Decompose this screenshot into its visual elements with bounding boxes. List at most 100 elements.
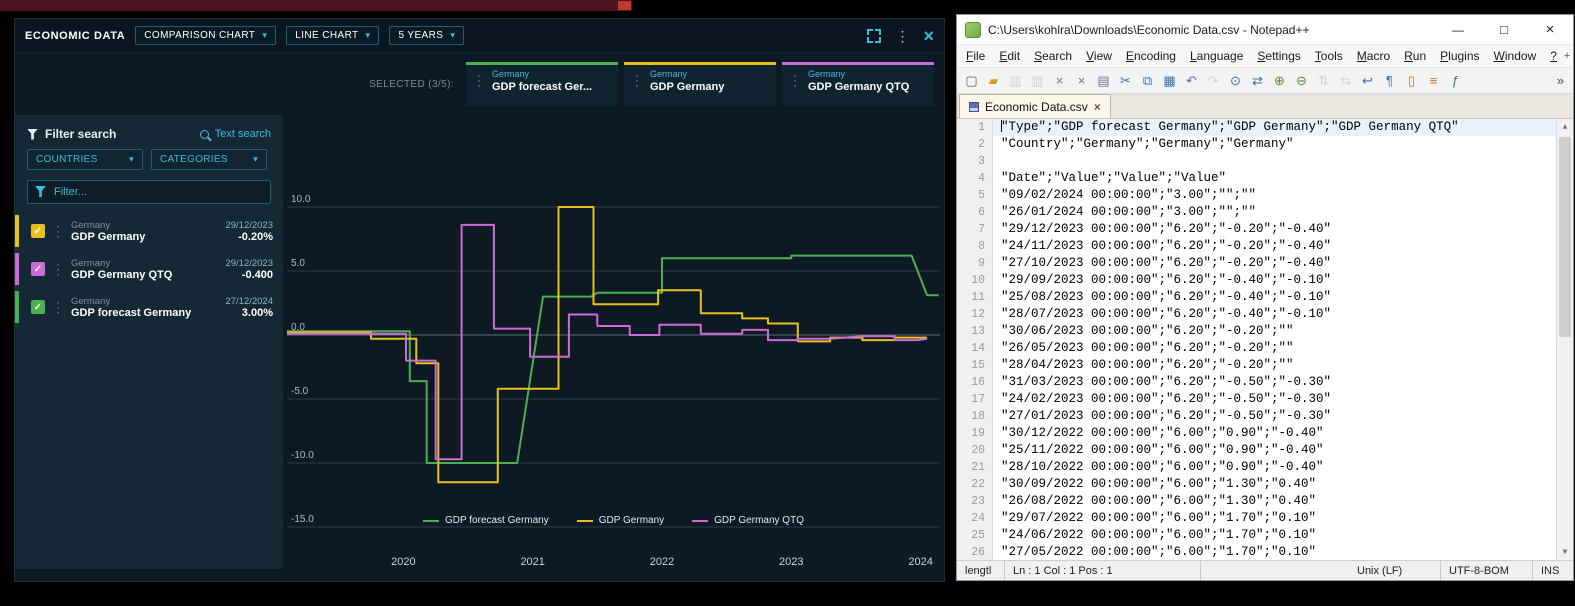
save-icon[interactable]: ▥ (1006, 71, 1025, 90)
legend-item[interactable]: GDP Germany (577, 515, 664, 526)
redo-icon[interactable]: ↷ (1204, 71, 1223, 90)
zoom-in-icon[interactable]: ⊕ (1270, 71, 1289, 90)
drag-handle-icon[interactable]: ⋮ (51, 300, 65, 314)
line-text[interactable]: "25/08/2023 00:00:00";"6.20";"-0.40";"-0… (993, 289, 1556, 306)
series-checkbox[interactable]: ✓ (31, 224, 45, 238)
save-all-icon[interactable]: ▥ (1028, 71, 1047, 90)
series-checkbox[interactable]: ✓ (31, 262, 45, 276)
editor[interactable]: 1"Type";"GDP forecast Germany";"GDP Germ… (957, 119, 1573, 560)
editor-text-area[interactable]: 1"Type";"GDP forecast Germany";"GDP Germ… (957, 119, 1556, 560)
notepadpp-titlebar[interactable]: C:\Users\kohlra\Downloads\Economic Data.… (957, 15, 1573, 45)
close-icon[interactable]: × (923, 27, 934, 45)
line-text[interactable]: "25/11/2022 00:00:00";"6.00";"0.90";"-0.… (993, 442, 1556, 459)
series-list-item-gdp-germany[interactable]: ✓ ⋮ Germany 29/12/2023 GDP Germany -0.20… (15, 212, 283, 250)
line-text[interactable]: "28/10/2022 00:00:00";"6.00";"0.90";"-0.… (993, 459, 1556, 476)
menu-item-search[interactable]: Search (1027, 47, 1079, 65)
drag-handle-icon[interactable]: ⋮ (630, 73, 644, 87)
doc-map-icon[interactable]: ▯ (1402, 71, 1421, 90)
drag-handle-icon[interactable]: ⋮ (788, 73, 802, 87)
close-file-icon[interactable]: × (1050, 71, 1069, 90)
external-window-close-button[interactable] (618, 1, 631, 10)
text-search-tab[interactable]: Text search (200, 128, 271, 140)
selected-chip-gdp-forecast[interactable]: ⋮ Germany GDP forecast Ger... (466, 62, 618, 106)
print-icon[interactable]: ▤ (1094, 71, 1113, 90)
vertical-scrollbar[interactable]: ▲ ▼ (1556, 119, 1573, 560)
line-text[interactable]: "24/02/2023 00:00:00";"6.20";"-0.50";"-0… (993, 391, 1556, 408)
open-folder-icon[interactable]: ▰ (984, 71, 1003, 90)
zoom-out-icon[interactable]: ⊖ (1292, 71, 1311, 90)
word-wrap-icon[interactable]: ↩ (1358, 71, 1377, 90)
line-text[interactable]: "24/11/2023 00:00:00";"6.20";"-0.20";"-0… (993, 238, 1556, 255)
line-text[interactable] (993, 153, 1556, 170)
scrollbar-thumb[interactable] (1559, 137, 1571, 337)
line-text[interactable]: "26/08/2022 00:00:00";"6.00";"1.30";"0.4… (993, 493, 1556, 510)
menu-item-macro[interactable]: Macro (1350, 47, 1397, 65)
line-text[interactable]: "29/07/2022 00:00:00";"6.00";"1.70";"0.1… (993, 510, 1556, 527)
copy-icon[interactable]: ⧉ (1138, 71, 1157, 90)
cut-icon[interactable]: ✂ (1116, 71, 1135, 90)
line-text[interactable]: "29/12/2023 00:00:00";"6.20";"-0.20";"-0… (993, 221, 1556, 238)
scroll-down-icon[interactable]: ▼ (1557, 544, 1573, 560)
new-file-icon[interactable]: ▢ (962, 71, 981, 90)
sync-h-icon[interactable]: ⇆ (1336, 71, 1355, 90)
menu-item-settings[interactable]: Settings (1250, 47, 1307, 65)
function-list-icon[interactable]: ƒ (1446, 71, 1465, 90)
drag-handle-icon[interactable]: ⋮ (51, 262, 65, 276)
line-text[interactable]: "26/05/2023 00:00:00";"6.20";"-0.20";"" (993, 340, 1556, 357)
menu-item-window[interactable]: Window (1487, 47, 1544, 65)
menu-item-tools[interactable]: Tools (1308, 47, 1350, 65)
plus-icon[interactable]: + (1564, 50, 1570, 62)
toolbar-overflow-icon[interactable]: » (1557, 73, 1568, 88)
replace-icon[interactable]: ⇄ (1248, 71, 1267, 90)
line-text[interactable]: "28/04/2023 00:00:00";"6.20";"-0.20";"" (993, 357, 1556, 374)
menu-item-language[interactable]: Language (1183, 47, 1250, 65)
selected-chip-gdp-germany[interactable]: ⋮ Germany GDP Germany (624, 62, 776, 106)
undo-icon[interactable]: ↶ (1182, 71, 1201, 90)
drag-handle-icon[interactable]: ⋮ (472, 73, 486, 87)
series-checkbox[interactable]: ✓ (31, 300, 45, 314)
selected-chip-gdp-germany-qtq[interactable]: ⋮ Germany GDP Germany QTQ (782, 62, 934, 106)
show-all-chars-icon[interactable]: ¶ (1380, 71, 1399, 90)
paste-icon[interactable]: ▦ (1160, 71, 1179, 90)
tab-close-icon[interactable]: × (1094, 100, 1101, 114)
tab-economic-data-csv[interactable]: Economic Data.csv × (959, 94, 1111, 118)
line-text[interactable]: "Country";"Germany";"Germany";"Germany" (993, 136, 1556, 153)
line-text[interactable]: "09/02/2024 00:00:00";"3.00";"";"" (993, 187, 1556, 204)
line-text[interactable]: "30/06/2023 00:00:00";"6.20";"-0.20";"" (993, 323, 1556, 340)
line-text[interactable]: "31/03/2023 00:00:00";"6.20";"-0.50";"-0… (993, 374, 1556, 391)
menu-item-file[interactable]: File (959, 47, 992, 65)
kebab-menu-icon[interactable]: ⋮ (895, 29, 909, 43)
countries-dropdown[interactable]: COUNTRIES ▾ (27, 149, 143, 170)
line-text[interactable]: "30/12/2022 00:00:00";"6.00";"0.90";"-0.… (993, 425, 1556, 442)
drag-handle-icon[interactable]: ⋮ (51, 224, 65, 238)
sync-v-icon[interactable]: ⇅ (1314, 71, 1333, 90)
close-button[interactable]: × (1527, 15, 1573, 45)
line-text[interactable]: "30/09/2022 00:00:00";"6.00";"1.30";"0.4… (993, 476, 1556, 493)
close-all-icon[interactable]: × (1072, 71, 1091, 90)
fullscreen-icon[interactable] (867, 29, 881, 43)
series-list-item-gdp-germany-qtq[interactable]: ✓ ⋮ Germany 29/12/2023 GDP Germany QTQ -… (15, 250, 283, 288)
line-text[interactable]: "Date";"Value";"Value";"Value" (993, 170, 1556, 187)
time-range-dropdown[interactable]: 5 YEARS ▾ (389, 26, 464, 45)
line-text[interactable]: "28/07/2023 00:00:00";"6.20";"-0.40";"-0… (993, 306, 1556, 323)
find-icon[interactable]: ⊙ (1226, 71, 1245, 90)
categories-dropdown[interactable]: CATEGORIES ▾ (151, 149, 267, 170)
menu-item-?[interactable]: ? (1543, 47, 1564, 65)
menu-item-edit[interactable]: Edit (992, 47, 1027, 65)
line-text[interactable]: "Type";"GDP forecast Germany";"GDP Germa… (993, 119, 1556, 136)
scroll-up-icon[interactable]: ▲ (1557, 119, 1573, 135)
line-text[interactable]: "24/06/2022 00:00:00";"6.00";"1.70";"0.1… (993, 527, 1556, 544)
maximize-button[interactable]: □ (1481, 15, 1527, 45)
line-text[interactable]: "27/10/2023 00:00:00";"6.20";"-0.20";"-0… (993, 255, 1556, 272)
chart-area[interactable]: 10.05.00.0-5.0-10.0-15.02020202120222023… (283, 115, 944, 581)
chart-canvas[interactable]: 10.05.00.0-5.0-10.0-15.02020202120222023… (283, 115, 946, 583)
legend-item[interactable]: GDP forecast Germany (423, 515, 549, 526)
line-text[interactable]: "27/05/2022 00:00:00";"6.00";"1.70";"0.1… (993, 544, 1556, 560)
line-text[interactable]: "27/01/2023 00:00:00";"6.20";"-0.50";"-0… (993, 408, 1556, 425)
chart-type-dropdown[interactable]: LINE CHART ▾ (286, 26, 379, 45)
filter-input[interactable] (27, 180, 271, 204)
doc-list-icon[interactable]: ≡ (1424, 71, 1443, 90)
menu-item-encoding[interactable]: Encoding (1119, 47, 1183, 65)
line-text[interactable]: "29/09/2023 00:00:00";"6.20";"-0.40";"-0… (993, 272, 1556, 289)
comparison-chart-dropdown[interactable]: COMPARISON CHART ▾ (135, 26, 276, 45)
